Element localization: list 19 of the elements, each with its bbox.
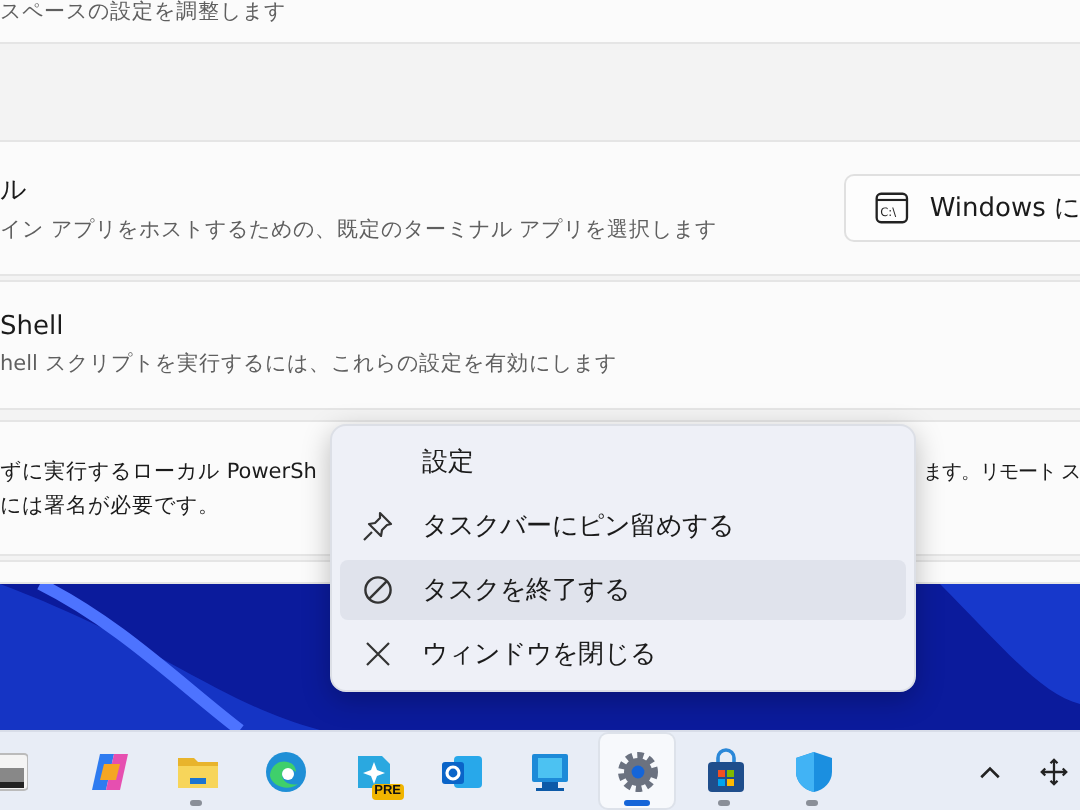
setting-title: Shell (0, 312, 66, 342)
menu-item[interactable]: ウィンドウを閉じる (340, 624, 906, 684)
forbidden-icon (362, 574, 394, 606)
menu-item[interactable]: 設定 (340, 432, 906, 492)
settings-icon (613, 747, 661, 795)
setting-description: スペースの設定を調整します (0, 0, 286, 24)
policy-text: ます。リモート ス (922, 459, 1080, 485)
move-icon[interactable] (1040, 757, 1068, 785)
taskbar-app[interactable] (600, 734, 674, 808)
setting-title: ル (0, 174, 28, 208)
policy-text: には署名が必要です。 (0, 491, 220, 519)
setting-description: hell スクリプトを実行するには、これらの設定を有効にします (0, 350, 617, 378)
setting-description: イン アプリをホストするための、既定のターミナル アプリを選択します (0, 216, 718, 244)
menu-item[interactable]: タスクを終了する (340, 560, 906, 620)
close-icon (362, 638, 394, 670)
menu-item[interactable]: タスクバーにピン留めする (340, 496, 906, 556)
policy-text: ずに実行するローカル PowerSh (0, 457, 317, 485)
pin-icon (362, 510, 394, 542)
window-icon[interactable] (0, 747, 28, 795)
